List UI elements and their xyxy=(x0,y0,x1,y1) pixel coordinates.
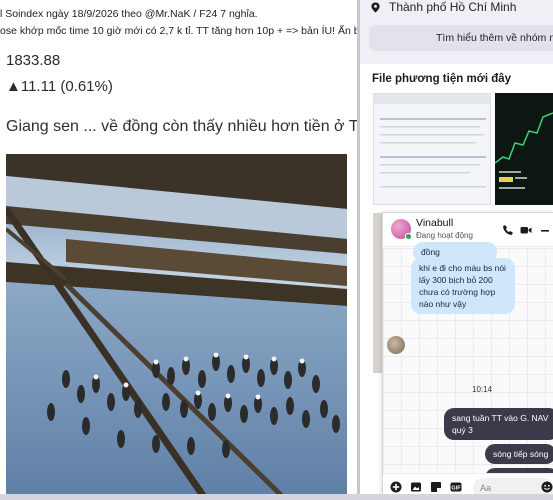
chat-contact-name[interactable]: Vinabull xyxy=(416,217,453,229)
group-location: Thành phố Hồ Chí Minh xyxy=(370,0,516,14)
post-photo[interactable] xyxy=(6,154,347,500)
post-caption: Giang sen ... về đồng còn thấy nhiều hơn… xyxy=(6,118,357,135)
sticker-icon[interactable] xyxy=(430,481,442,493)
post-text: l Soindex ngày 18/9/2026 theo @Mr.NaK / … xyxy=(0,6,357,40)
avatar xyxy=(387,336,405,354)
gif-icon[interactable]: GIF xyxy=(450,481,462,493)
group-location-text: Thành phố Hồ Chí Minh xyxy=(389,0,517,14)
online-status-dot xyxy=(405,233,412,240)
phone-icon[interactable] xyxy=(502,224,514,236)
learn-more-button[interactable]: Tìm hiểu thêm về nhóm này xyxy=(369,25,553,51)
screen: l Soindex ngày 18/9/2026 theo @Mr.NaK / … xyxy=(0,0,553,500)
emoji-icon[interactable] xyxy=(541,481,553,493)
message-timestamp: 10:14 xyxy=(472,385,493,394)
post-text-line-2: ose khớp mốc time 10 giờ mới có 2,7 k tỉ… xyxy=(0,25,357,37)
chat-window: Vinabull Đang hoạt động đồng khi e đi ch… xyxy=(382,212,553,500)
index-change: ▲11.11 (0.61%) xyxy=(6,78,113,95)
message-list[interactable]: đồng khi e đi cho máu bs nói lấy 300 bịc… xyxy=(383,242,553,493)
video-call-icon[interactable] xyxy=(520,224,532,236)
outgoing-message: sóng tiếp sóng xyxy=(485,444,553,464)
chat-contact-status: Đang hoạt động xyxy=(416,231,473,240)
location-pin-icon xyxy=(371,1,380,13)
index-price: 1833.88 xyxy=(6,52,61,69)
recent-media-title: File phương tiện mới đây xyxy=(372,73,512,85)
media-thumbnail[interactable] xyxy=(495,93,553,205)
post-text-line-1: l Soindex ngày 18/9/2026 theo @Mr.NaK / … xyxy=(0,8,258,20)
window-bottom-edge xyxy=(0,494,553,500)
svg-text:GIF: GIF xyxy=(451,486,461,492)
outgoing-message: sang tuần TT vào G. NAV quý 3 xyxy=(444,408,553,440)
incoming-message: khi e đi cho máu bs nói lấy 300 bịch bỏ … xyxy=(411,258,515,314)
image-icon[interactable] xyxy=(410,481,422,493)
post-card: l Soindex ngày 18/9/2026 theo @Mr.NaK / … xyxy=(0,0,357,500)
plus-icon[interactable] xyxy=(390,481,402,493)
minimize-icon[interactable] xyxy=(539,224,551,236)
media-thumbnail[interactable] xyxy=(373,93,491,205)
